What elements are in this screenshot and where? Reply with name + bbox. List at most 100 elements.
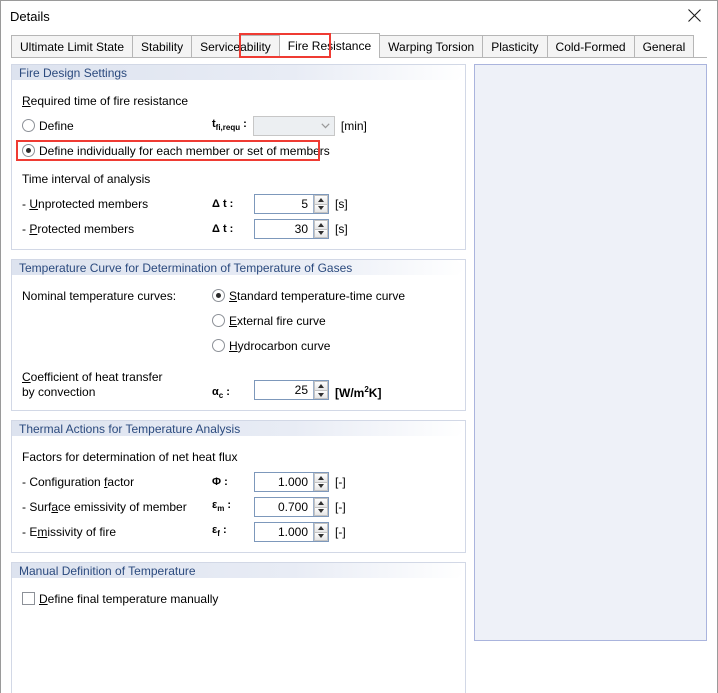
group-header: Temperature Curve for Determination of T… xyxy=(12,260,465,276)
configuration-factor-unit: [-] xyxy=(335,474,346,489)
emissivity-of-fire-field[interactable]: 1.000 xyxy=(254,521,329,542)
radio-hydrocarbon-curve[interactable] xyxy=(212,339,225,352)
preview-column xyxy=(466,58,717,693)
spin-down-button[interactable] xyxy=(314,228,328,238)
protected-delta-t-field[interactable]: 30 xyxy=(254,218,329,239)
surface-emissivity-label: - Surface emissivity of member xyxy=(22,499,187,514)
emissivity-of-fire-unit: [-] xyxy=(335,524,346,539)
spin-up-button[interactable] xyxy=(314,381,328,390)
tab-serviceability[interactable]: Serviceability xyxy=(191,35,280,58)
title-bar: Details xyxy=(1,1,717,31)
window-title: Details xyxy=(10,8,50,24)
radio-external-fire-curve-label: External fire curve xyxy=(229,313,326,328)
radio-standard-temperature-time-curve[interactable] xyxy=(212,289,225,302)
spin-down-button[interactable] xyxy=(314,506,328,516)
row-define-individually: Define individually for each member or s… xyxy=(16,138,465,163)
unprotected-delta-t-symbol: Δ t : xyxy=(212,197,234,210)
alpha-c-unit: [W/m2K] xyxy=(335,385,382,400)
factors-label: Factors for determination of net heat fl… xyxy=(22,449,238,464)
row-emissivity-of-fire: - Emissivity of fire εf : 1.000 [-] xyxy=(22,519,465,544)
tab-label: Warping Torsion xyxy=(388,40,475,54)
tab-label: Plasticity xyxy=(491,40,539,54)
factors-label-row: Factors for determination of net heat fl… xyxy=(22,444,465,469)
unprotected-members-label: - Unprotected members xyxy=(22,196,149,211)
epsilon-m-symbol: εm : xyxy=(212,499,232,514)
unprotected-delta-t-field[interactable]: 5 xyxy=(254,193,329,214)
unprotected-delta-t-stepper[interactable] xyxy=(313,194,328,213)
row-define-final-temperature: Define final temperature manually xyxy=(22,586,465,611)
time-interval-label-row: Time interval of analysis xyxy=(22,166,465,191)
tfi-requ-unit: [min] xyxy=(340,118,367,133)
group-manual-definition: Manual Definition of Temperature Define … xyxy=(11,562,466,693)
spin-up-button[interactable] xyxy=(314,522,328,532)
tab-fire-resistance[interactable]: Fire Resistance xyxy=(278,33,381,58)
protected-delta-t-value: 30 xyxy=(255,219,313,238)
emissivity-of-fire-value: 1.000 xyxy=(255,522,313,541)
tfi-requ-combo[interactable] xyxy=(252,115,335,136)
epsilon-f-symbol: εf : xyxy=(212,524,227,539)
close-icon[interactable] xyxy=(672,1,717,30)
spin-down-button[interactable] xyxy=(314,531,328,541)
tab-warping-torsion[interactable]: Warping Torsion xyxy=(379,35,484,58)
radio-define[interactable] xyxy=(22,119,35,132)
tab-strip: Ultimate Limit State Stability Serviceab… xyxy=(1,31,717,58)
nominal-curves-label-row: Nominal temperature curves: xyxy=(22,283,212,308)
alpha-c-field[interactable]: 25 xyxy=(254,380,329,400)
group-header: Thermal Actions for Temperature Analysis xyxy=(12,421,465,437)
surface-emissivity-field[interactable]: 0.700 xyxy=(254,496,329,517)
tab-label: Serviceability xyxy=(200,40,271,54)
configuration-factor-field[interactable]: 1.000 xyxy=(254,471,329,492)
alpha-c-stepper[interactable] xyxy=(313,381,328,399)
surface-emissivity-stepper[interactable] xyxy=(313,497,328,516)
checkbox-define-final-temperature[interactable] xyxy=(22,592,35,605)
surface-emissivity-value: 0.700 xyxy=(255,497,313,516)
group-header: Fire Design Settings xyxy=(12,65,465,81)
configuration-factor-label: - Configuration factor xyxy=(22,474,135,489)
spin-up-button[interactable] xyxy=(314,219,328,229)
spin-down-button[interactable] xyxy=(314,390,328,399)
protected-delta-t-unit: [s] xyxy=(335,221,348,236)
emissivity-of-fire-stepper[interactable] xyxy=(313,522,328,541)
tab-label: Fire Resistance xyxy=(287,39,372,53)
tab-ultimate-limit-state[interactable]: Ultimate Limit State xyxy=(11,35,134,58)
tab-stability[interactable]: Stability xyxy=(132,35,193,58)
dialog-body: Fire Design Settings Required time of fi… xyxy=(1,58,717,693)
spin-up-button[interactable] xyxy=(314,194,328,204)
tab-label: Stability xyxy=(141,40,184,54)
tab-label: Cold-Formed xyxy=(555,40,626,54)
row-configuration-factor: - Configuration factor Φ : 1.000 [-] xyxy=(22,469,465,494)
preview-panel[interactable] xyxy=(474,64,707,641)
unprotected-delta-t-unit: [s] xyxy=(335,196,348,211)
nominal-curves-label: Nominal temperature curves: xyxy=(22,288,177,303)
unprotected-delta-t-value: 5 xyxy=(255,194,313,213)
spin-down-button[interactable] xyxy=(314,481,328,491)
radio-external-fire-curve[interactable] xyxy=(212,314,225,327)
row-define: Define tfi,requ : [min] xyxy=(22,113,465,138)
settings-column: Fire Design Settings Required time of fi… xyxy=(1,58,466,693)
emissivity-of-fire-label: - Emissivity of fire xyxy=(22,524,117,539)
protected-delta-t-stepper[interactable] xyxy=(313,219,328,238)
spin-up-button[interactable] xyxy=(314,472,328,482)
radio-define-individually[interactable] xyxy=(22,144,35,157)
tab-cold-formed[interactable]: Cold-Formed xyxy=(546,35,635,58)
tab-general[interactable]: General xyxy=(633,35,695,58)
group-header: Manual Definition of Temperature xyxy=(12,563,465,579)
row-surface-emissivity: - Surface emissivity of member εm : 0.70… xyxy=(22,494,465,519)
time-interval-label: Time interval of analysis xyxy=(22,171,151,186)
row-hydrocarbon-curve: Hydrocarbon curve xyxy=(212,333,465,358)
radio-standard-curve-label: Standard temperature-time curve xyxy=(229,288,406,303)
spin-up-button[interactable] xyxy=(314,497,328,507)
checkbox-define-final-temperature-label: Define final temperature manually xyxy=(39,591,219,606)
coefficient-heat-transfer-label-line2: by convection xyxy=(22,385,96,399)
chevron-down-icon xyxy=(317,122,334,129)
tab-plasticity[interactable]: Plasticity xyxy=(482,35,548,58)
radio-hydrocarbon-curve-label: Hydrocarbon curve xyxy=(229,338,331,353)
tfi-requ-symbol: tfi,requ : xyxy=(212,118,247,133)
group-fire-design-settings: Fire Design Settings Required time of fi… xyxy=(11,64,466,250)
configuration-factor-stepper[interactable] xyxy=(313,472,328,491)
alpha-c-value: 25 xyxy=(255,381,313,399)
spin-down-button[interactable] xyxy=(314,203,328,213)
group-thermal-actions: Thermal Actions for Temperature Analysis… xyxy=(11,420,466,553)
required-time-label-row: Required time of fire resistance xyxy=(22,88,465,113)
row-external-fire-curve: External fire curve xyxy=(212,308,465,333)
